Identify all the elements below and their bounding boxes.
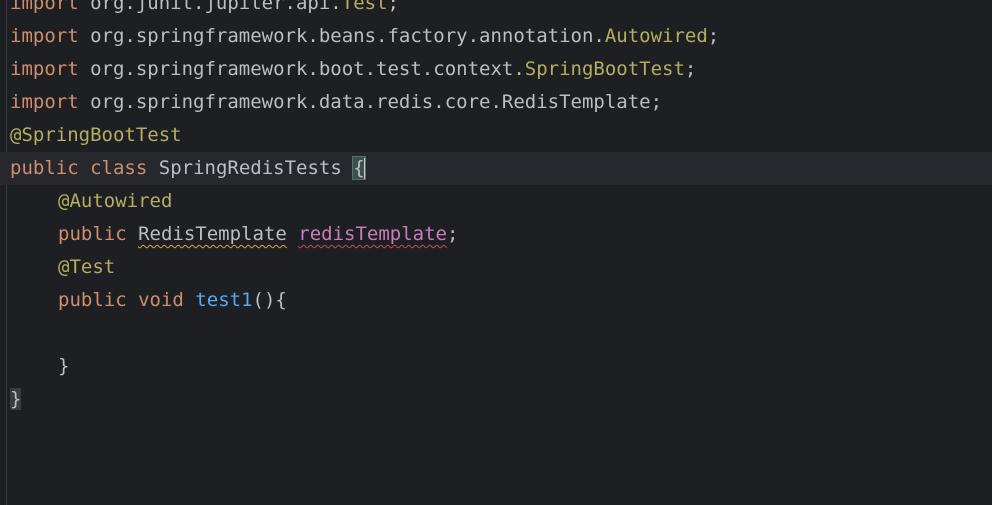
- method-params: (){: [252, 289, 287, 311]
- close-brace: }: [58, 355, 70, 377]
- keyword-void: void: [138, 289, 184, 311]
- semicolon: ;: [707, 25, 720, 47]
- imported-class: Test: [341, 0, 388, 14]
- package-path: org.junit.jupiter.api.: [78, 0, 342, 14]
- keyword-public: public: [58, 223, 127, 245]
- keyword-public: public: [10, 157, 79, 179]
- annotation: @SpringBootTest: [10, 124, 182, 146]
- package-path: org.springframework.boot.test.context.: [78, 58, 525, 80]
- package-path: org.springframework.beans.factory.annota…: [78, 25, 605, 47]
- code-line-import-test[interactable]: import org.junit.jupiter.api.Test;: [10, 0, 992, 20]
- annotation: @Test: [58, 256, 116, 278]
- package-path: org.springframework.data.redis.core.Redi…: [78, 91, 651, 113]
- class-close-brace: }: [10, 388, 22, 410]
- code-line-annotation-springboottest[interactable]: @SpringBootTest: [10, 119, 992, 152]
- code-line-method-close[interactable]: }: [10, 350, 992, 383]
- code-line-method-declaration[interactable]: public void test1(){: [10, 284, 992, 317]
- keyword: import: [10, 25, 79, 47]
- code-line-empty[interactable]: [10, 317, 992, 350]
- semicolon: ;: [650, 91, 663, 113]
- code-line-class-close[interactable]: }: [10, 383, 992, 416]
- text-caret: [363, 157, 366, 180]
- code-line-class-declaration[interactable]: public class SpringRedisTests {: [0, 152, 992, 185]
- keyword-public: public: [58, 289, 127, 311]
- keyword-class: class: [90, 157, 148, 179]
- semicolon: ;: [387, 0, 399, 14]
- code-line-field-declaration[interactable]: public RedisTemplate redisTemplate;: [10, 218, 992, 251]
- semicolon: ;: [684, 58, 697, 80]
- code-line-import-springboottest[interactable]: import org.springframework.boot.test.con…: [10, 53, 992, 86]
- code-line-import-autowired[interactable]: import org.springframework.beans.factory…: [10, 20, 992, 53]
- imported-class: Autowired: [604, 25, 708, 47]
- imported-class: SpringBootTest: [524, 58, 685, 80]
- keyword: import: [10, 58, 79, 80]
- code-line-annotation-autowired[interactable]: @Autowired: [10, 185, 992, 218]
- class-name: SpringRedisTests: [158, 157, 342, 179]
- keyword: import: [10, 91, 79, 113]
- annotation: @Autowired: [58, 190, 173, 212]
- code-area[interactable]: import org.junit.jupiter.api.Test; impor…: [0, 0, 992, 416]
- code-line-import-redistemplate[interactable]: import org.springframework.data.redis.co…: [10, 86, 992, 119]
- field-name: redisTemplate: [298, 223, 447, 245]
- method-name: test1: [195, 289, 253, 311]
- type-name: RedisTemplate: [138, 223, 287, 245]
- semicolon: ;: [446, 223, 459, 245]
- code-line-annotation-test[interactable]: @Test: [10, 251, 992, 284]
- keyword: import: [10, 0, 79, 14]
- code-editor[interactable]: import org.junit.jupiter.api.Test; impor…: [0, 0, 992, 505]
- gutter-divider: [6, 0, 7, 505]
